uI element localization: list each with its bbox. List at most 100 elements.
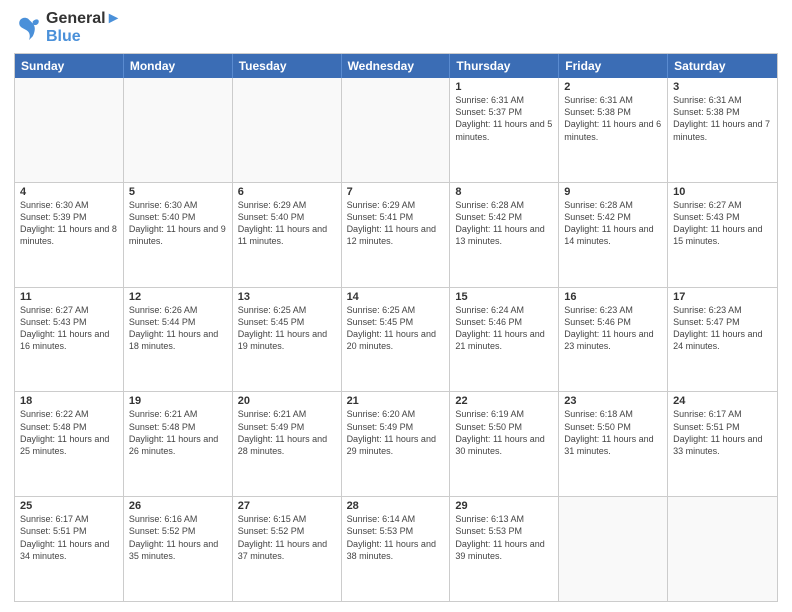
day-cell — [124, 78, 233, 182]
day-info: Sunrise: 6:27 AM Sunset: 5:43 PM Dayligh… — [673, 199, 772, 248]
day-cell: 2Sunrise: 6:31 AM Sunset: 5:38 PM Daylig… — [559, 78, 668, 182]
day-cell: 4Sunrise: 6:30 AM Sunset: 5:39 PM Daylig… — [15, 183, 124, 287]
day-cell: 11Sunrise: 6:27 AM Sunset: 5:43 PM Dayli… — [15, 288, 124, 392]
day-cell: 9Sunrise: 6:28 AM Sunset: 5:42 PM Daylig… — [559, 183, 668, 287]
day-number: 10 — [673, 186, 772, 198]
day-cell: 5Sunrise: 6:30 AM Sunset: 5:40 PM Daylig… — [124, 183, 233, 287]
day-header: Wednesday — [342, 54, 451, 78]
day-info: Sunrise: 6:16 AM Sunset: 5:52 PM Dayligh… — [129, 513, 227, 562]
day-header: Sunday — [15, 54, 124, 78]
day-cell: 14Sunrise: 6:25 AM Sunset: 5:45 PM Dayli… — [342, 288, 451, 392]
day-info: Sunrise: 6:31 AM Sunset: 5:38 PM Dayligh… — [673, 94, 772, 143]
day-info: Sunrise: 6:24 AM Sunset: 5:46 PM Dayligh… — [455, 304, 553, 353]
day-number: 4 — [20, 186, 118, 198]
page: General► Blue SundayMondayTuesdayWednesd… — [0, 0, 792, 612]
day-cell: 20Sunrise: 6:21 AM Sunset: 5:49 PM Dayli… — [233, 392, 342, 496]
day-number: 23 — [564, 395, 662, 407]
day-number: 14 — [347, 291, 445, 303]
day-number: 12 — [129, 291, 227, 303]
day-number: 25 — [20, 500, 118, 512]
day-cell: 21Sunrise: 6:20 AM Sunset: 5:49 PM Dayli… — [342, 392, 451, 496]
logo-bird-icon — [14, 14, 42, 42]
logo: General► Blue — [14, 10, 121, 45]
day-info: Sunrise: 6:30 AM Sunset: 5:39 PM Dayligh… — [20, 199, 118, 248]
day-info: Sunrise: 6:13 AM Sunset: 5:53 PM Dayligh… — [455, 513, 553, 562]
day-number: 26 — [129, 500, 227, 512]
day-number: 2 — [564, 81, 662, 93]
day-cell: 28Sunrise: 6:14 AM Sunset: 5:53 PM Dayli… — [342, 497, 451, 601]
day-number: 27 — [238, 500, 336, 512]
day-cell: 8Sunrise: 6:28 AM Sunset: 5:42 PM Daylig… — [450, 183, 559, 287]
week-row: 1Sunrise: 6:31 AM Sunset: 5:37 PM Daylig… — [15, 78, 777, 182]
day-info: Sunrise: 6:29 AM Sunset: 5:40 PM Dayligh… — [238, 199, 336, 248]
day-info: Sunrise: 6:21 AM Sunset: 5:49 PM Dayligh… — [238, 408, 336, 457]
day-cell: 19Sunrise: 6:21 AM Sunset: 5:48 PM Dayli… — [124, 392, 233, 496]
day-cell — [668, 497, 777, 601]
day-cell — [559, 497, 668, 601]
day-number: 19 — [129, 395, 227, 407]
day-cell: 22Sunrise: 6:19 AM Sunset: 5:50 PM Dayli… — [450, 392, 559, 496]
day-cell: 24Sunrise: 6:17 AM Sunset: 5:51 PM Dayli… — [668, 392, 777, 496]
day-number: 11 — [20, 291, 118, 303]
day-info: Sunrise: 6:14 AM Sunset: 5:53 PM Dayligh… — [347, 513, 445, 562]
day-number: 8 — [455, 186, 553, 198]
day-number: 6 — [238, 186, 336, 198]
day-number: 22 — [455, 395, 553, 407]
day-cell: 23Sunrise: 6:18 AM Sunset: 5:50 PM Dayli… — [559, 392, 668, 496]
day-number: 15 — [455, 291, 553, 303]
day-headers-row: SundayMondayTuesdayWednesdayThursdayFrid… — [15, 54, 777, 78]
day-cell: 26Sunrise: 6:16 AM Sunset: 5:52 PM Dayli… — [124, 497, 233, 601]
day-number: 24 — [673, 395, 772, 407]
day-info: Sunrise: 6:23 AM Sunset: 5:46 PM Dayligh… — [564, 304, 662, 353]
day-cell: 7Sunrise: 6:29 AM Sunset: 5:41 PM Daylig… — [342, 183, 451, 287]
day-info: Sunrise: 6:28 AM Sunset: 5:42 PM Dayligh… — [564, 199, 662, 248]
day-cell: 13Sunrise: 6:25 AM Sunset: 5:45 PM Dayli… — [233, 288, 342, 392]
day-cell: 6Sunrise: 6:29 AM Sunset: 5:40 PM Daylig… — [233, 183, 342, 287]
day-info: Sunrise: 6:25 AM Sunset: 5:45 PM Dayligh… — [238, 304, 336, 353]
day-cell: 10Sunrise: 6:27 AM Sunset: 5:43 PM Dayli… — [668, 183, 777, 287]
day-cell: 17Sunrise: 6:23 AM Sunset: 5:47 PM Dayli… — [668, 288, 777, 392]
day-number: 9 — [564, 186, 662, 198]
day-cell: 18Sunrise: 6:22 AM Sunset: 5:48 PM Dayli… — [15, 392, 124, 496]
day-cell: 27Sunrise: 6:15 AM Sunset: 5:52 PM Dayli… — [233, 497, 342, 601]
day-number: 7 — [347, 186, 445, 198]
calendar: SundayMondayTuesdayWednesdayThursdayFrid… — [14, 53, 778, 602]
day-info: Sunrise: 6:17 AM Sunset: 5:51 PM Dayligh… — [20, 513, 118, 562]
day-cell — [342, 78, 451, 182]
logo-text: General► Blue — [46, 10, 121, 45]
day-info: Sunrise: 6:15 AM Sunset: 5:52 PM Dayligh… — [238, 513, 336, 562]
day-number: 13 — [238, 291, 336, 303]
week-row: 25Sunrise: 6:17 AM Sunset: 5:51 PM Dayli… — [15, 496, 777, 601]
day-info: Sunrise: 6:27 AM Sunset: 5:43 PM Dayligh… — [20, 304, 118, 353]
week-row: 11Sunrise: 6:27 AM Sunset: 5:43 PM Dayli… — [15, 287, 777, 392]
day-number: 21 — [347, 395, 445, 407]
calendar-body: 1Sunrise: 6:31 AM Sunset: 5:37 PM Daylig… — [15, 78, 777, 601]
header: General► Blue — [14, 10, 778, 45]
day-number: 5 — [129, 186, 227, 198]
day-info: Sunrise: 6:28 AM Sunset: 5:42 PM Dayligh… — [455, 199, 553, 248]
day-number: 18 — [20, 395, 118, 407]
day-header: Tuesday — [233, 54, 342, 78]
day-info: Sunrise: 6:29 AM Sunset: 5:41 PM Dayligh… — [347, 199, 445, 248]
day-number: 28 — [347, 500, 445, 512]
day-info: Sunrise: 6:21 AM Sunset: 5:48 PM Dayligh… — [129, 408, 227, 457]
day-header: Friday — [559, 54, 668, 78]
day-info: Sunrise: 6:20 AM Sunset: 5:49 PM Dayligh… — [347, 408, 445, 457]
day-info: Sunrise: 6:31 AM Sunset: 5:37 PM Dayligh… — [455, 94, 553, 143]
day-info: Sunrise: 6:19 AM Sunset: 5:50 PM Dayligh… — [455, 408, 553, 457]
day-info: Sunrise: 6:17 AM Sunset: 5:51 PM Dayligh… — [673, 408, 772, 457]
day-info: Sunrise: 6:25 AM Sunset: 5:45 PM Dayligh… — [347, 304, 445, 353]
day-info: Sunrise: 6:18 AM Sunset: 5:50 PM Dayligh… — [564, 408, 662, 457]
day-cell — [15, 78, 124, 182]
day-cell: 16Sunrise: 6:23 AM Sunset: 5:46 PM Dayli… — [559, 288, 668, 392]
week-row: 18Sunrise: 6:22 AM Sunset: 5:48 PM Dayli… — [15, 391, 777, 496]
day-cell: 12Sunrise: 6:26 AM Sunset: 5:44 PM Dayli… — [124, 288, 233, 392]
day-header: Saturday — [668, 54, 777, 78]
day-cell: 15Sunrise: 6:24 AM Sunset: 5:46 PM Dayli… — [450, 288, 559, 392]
day-cell: 1Sunrise: 6:31 AM Sunset: 5:37 PM Daylig… — [450, 78, 559, 182]
day-number: 17 — [673, 291, 772, 303]
day-info: Sunrise: 6:30 AM Sunset: 5:40 PM Dayligh… — [129, 199, 227, 248]
day-info: Sunrise: 6:31 AM Sunset: 5:38 PM Dayligh… — [564, 94, 662, 143]
day-info: Sunrise: 6:22 AM Sunset: 5:48 PM Dayligh… — [20, 408, 118, 457]
week-row: 4Sunrise: 6:30 AM Sunset: 5:39 PM Daylig… — [15, 182, 777, 287]
